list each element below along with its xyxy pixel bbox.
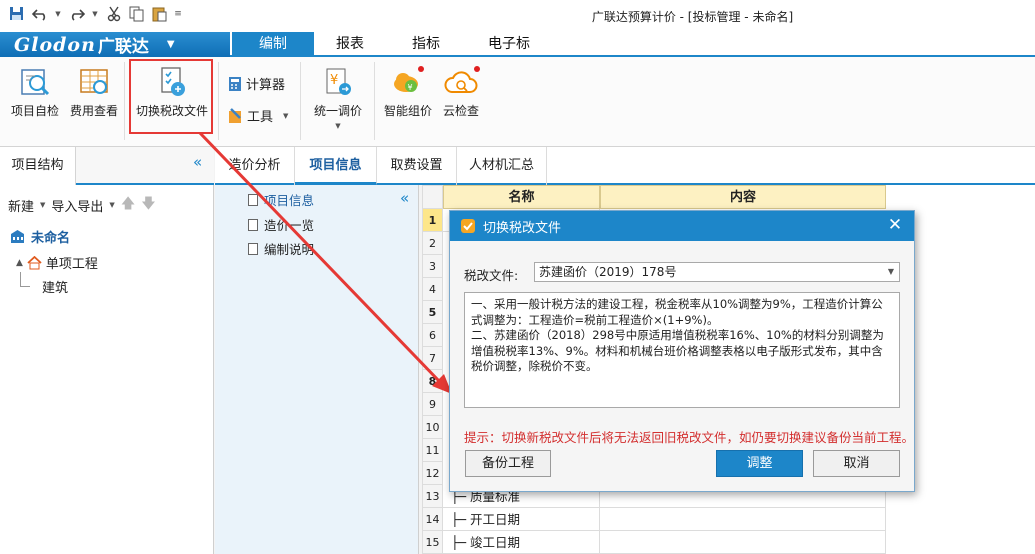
adjust-button[interactable]: 调整 [716,450,803,477]
tax-file-label: 税改文件: [464,268,519,283]
dialog-title: 切换税改文件 [483,220,562,236]
tax-description-text[interactable]: 一、采用一般计税方法的建设工程，税金税率从10%调整为9%，工程造价计算公式调整… [464,292,900,408]
tax-file-value: 苏建函价（2019）178号 [539,265,677,279]
cancel-button[interactable]: 取消 [813,450,900,477]
warning-hint: 提示：切换新税改文件后将无法返回旧税改文件，如仍要切换建议备份当前工程。 [464,430,915,445]
dialog-app-icon [461,219,475,233]
backup-project-button[interactable]: 备份工程 [465,450,551,477]
dialog-title-bar[interactable]: 切换税改文件 [450,211,914,241]
close-icon[interactable]: ✕ [885,215,905,235]
tax-file-select[interactable]: 苏建函价（2019）178号 ▼ [534,262,900,282]
chevron-down-icon[interactable]: ▼ [888,263,894,281]
